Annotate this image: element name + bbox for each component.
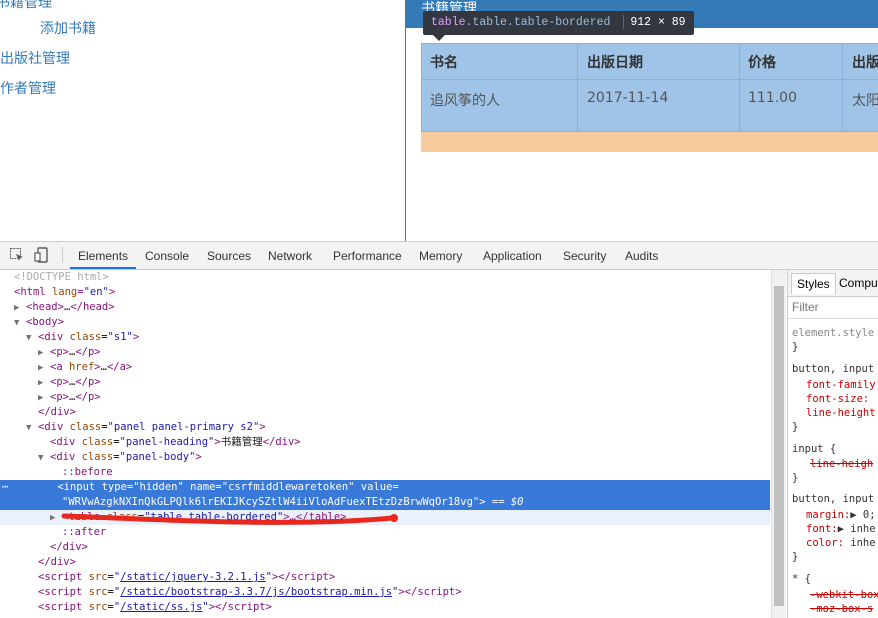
dom-p-2[interactable]: ▶ <p>…</p>: [0, 375, 770, 390]
elements-scroll-thumb[interactable]: [774, 286, 784, 606]
dom-script-jquery[interactable]: <script src="/static/jquery-3.2.1.js"></…: [0, 570, 770, 585]
table-header-price: 价格: [748, 55, 776, 71]
sidebar-link-add-book[interactable]: 添加书籍: [40, 18, 96, 38]
tab-computed[interactable]: Comput: [834, 273, 878, 293]
dom-input-csrf[interactable]: ⋯ <input type="hidden" name="csrfmiddlewa…: [0, 480, 770, 495]
style-element-style: element.style: [792, 327, 875, 339]
style-rule3-row3[interactable]: color: inhe: [792, 536, 876, 550]
tab-console[interactable]: Console: [145, 242, 189, 269]
style-rule4-prop1[interactable]: -webkit-box: [810, 588, 878, 602]
dom-div-panel-close[interactable]: </div>: [0, 555, 770, 570]
inspect-tooltip: table.table.table-bordered 912 × 89: [423, 11, 694, 41]
books-table: 书名 出版日期 价格 出版 追风筝的人 2017-11-14 111.00 太阳: [421, 43, 878, 132]
tab-security[interactable]: Security: [563, 242, 606, 269]
device-toolbar-icon[interactable]: [34, 247, 50, 263]
table-cell-price: 111.00: [748, 90, 797, 106]
dom-p-1[interactable]: ▶ <p>…</p>: [0, 345, 770, 360]
style-rule1-prop3[interactable]: line-height: [792, 406, 876, 420]
dom-before[interactable]: ::before: [0, 465, 770, 480]
dom-div-s1[interactable]: ▼ <div class="s1">: [0, 330, 770, 345]
dom-a[interactable]: ▶ <a href>…</a>: [0, 360, 770, 375]
tab-performance[interactable]: Performance: [333, 242, 402, 269]
style-rule3-row1[interactable]: margin:▶ 0;: [792, 508, 876, 522]
browser-page: 书籍管理 添加书籍 出版社管理 作者管理 书籍管理 书名 出版日期 价格 出版 …: [0, 0, 878, 241]
sidebar-link-books[interactable]: 书籍管理: [0, 0, 52, 12]
red-annotation-scribble: [61, 513, 398, 525]
style-rule3-row2[interactable]: font:▶ inhe: [792, 522, 876, 536]
tooltip-classes: .table.table-bordered: [465, 16, 611, 29]
style-rule1-selector: button, input: [792, 363, 875, 375]
style-rule1-prop1[interactable]: font-family: [792, 378, 876, 392]
style-brace: }: [792, 551, 799, 563]
dom-div-body-close[interactable]: </div>: [0, 540, 770, 555]
dom-div-panel[interactable]: ▼ <div class="panel panel-primary s2">: [0, 420, 770, 435]
styles-filter-input[interactable]: Filter: [788, 296, 878, 319]
sidebar-link-publishers[interactable]: 出版社管理: [0, 48, 70, 68]
style-rule4-selector: * {: [792, 573, 811, 585]
tab-sources[interactable]: Sources: [207, 242, 251, 269]
tab-elements[interactable]: Elements: [70, 242, 137, 269]
style-rule2-prop1[interactable]: line-heigh: [810, 457, 873, 471]
books-panel: 书籍管理 书名 出版日期 价格 出版 追风筝的人 2017-11-14 111.…: [405, 0, 878, 241]
tab-network[interactable]: Network: [268, 242, 312, 269]
dom-div-panel-body[interactable]: ▼ <div class="panel-body">: [0, 450, 770, 465]
styles-pane: Styles Comput Filter element.style } but…: [787, 270, 878, 618]
tooltip-size: 912 × 89: [630, 16, 686, 29]
table-header-publisher: 出版: [852, 55, 878, 71]
table-cell-title: 追风筝的人: [430, 93, 500, 109]
table-margin-highlight: [421, 132, 878, 152]
dom-doctype[interactable]: <!DOCTYPE html>: [0, 270, 770, 285]
style-rule4-prop2[interactable]: -moz-box-s: [810, 602, 873, 616]
style-rule1-prop2[interactable]: font-size:: [792, 392, 869, 406]
style-brace: }: [792, 341, 799, 353]
tab-audits[interactable]: Audits: [625, 242, 658, 269]
dom-body[interactable]: ▼ <body>: [0, 315, 770, 330]
table-cell-date: 2017-11-14: [587, 90, 669, 106]
style-rule3-selector: button, input: [792, 493, 875, 505]
devtools-panel: Elements Console Sources Network Perform…: [0, 241, 878, 618]
dom-div-s1-close[interactable]: </div>: [0, 405, 770, 420]
table-header-title: 书名: [430, 55, 458, 71]
dom-script-bootstrap[interactable]: <script src="/static/bootstrap-3.3.7/js/…: [0, 585, 770, 600]
dom-head[interactable]: ▶ <head>…</head>: [0, 300, 770, 315]
tooltip-tag: table: [431, 16, 466, 29]
devtools-toolbar: Elements Console Sources Network Perform…: [0, 242, 878, 270]
tab-application[interactable]: Application: [483, 242, 542, 269]
styles-tabs: Styles Comput: [788, 270, 878, 297]
dom-p-3[interactable]: ▶ <p>…</p>: [0, 390, 770, 405]
dom-div-panel-heading[interactable]: <div class="panel-heading">书籍管理</div>: [0, 435, 770, 450]
style-rule2-selector: input {: [792, 443, 837, 455]
tab-memory[interactable]: Memory: [419, 242, 462, 269]
sidebar-link-authors[interactable]: 作者管理: [0, 78, 56, 98]
dom-html[interactable]: <html lang="en">: [0, 285, 770, 300]
table-cell-publisher: 太阳: [852, 93, 878, 109]
style-brace: }: [792, 421, 799, 433]
elements-tree[interactable]: <!DOCTYPE html> <html lang="en"> ▶ <head>…: [0, 270, 770, 618]
inspect-element-icon[interactable]: [9, 247, 25, 263]
table-header-date: 出版日期: [587, 55, 643, 71]
style-brace: }: [792, 472, 799, 484]
dom-script-ss[interactable]: <script src="/static/ss.js"></script>: [0, 600, 770, 615]
elements-scrollbar[interactable]: [771, 270, 786, 618]
tab-styles[interactable]: Styles: [791, 273, 836, 294]
